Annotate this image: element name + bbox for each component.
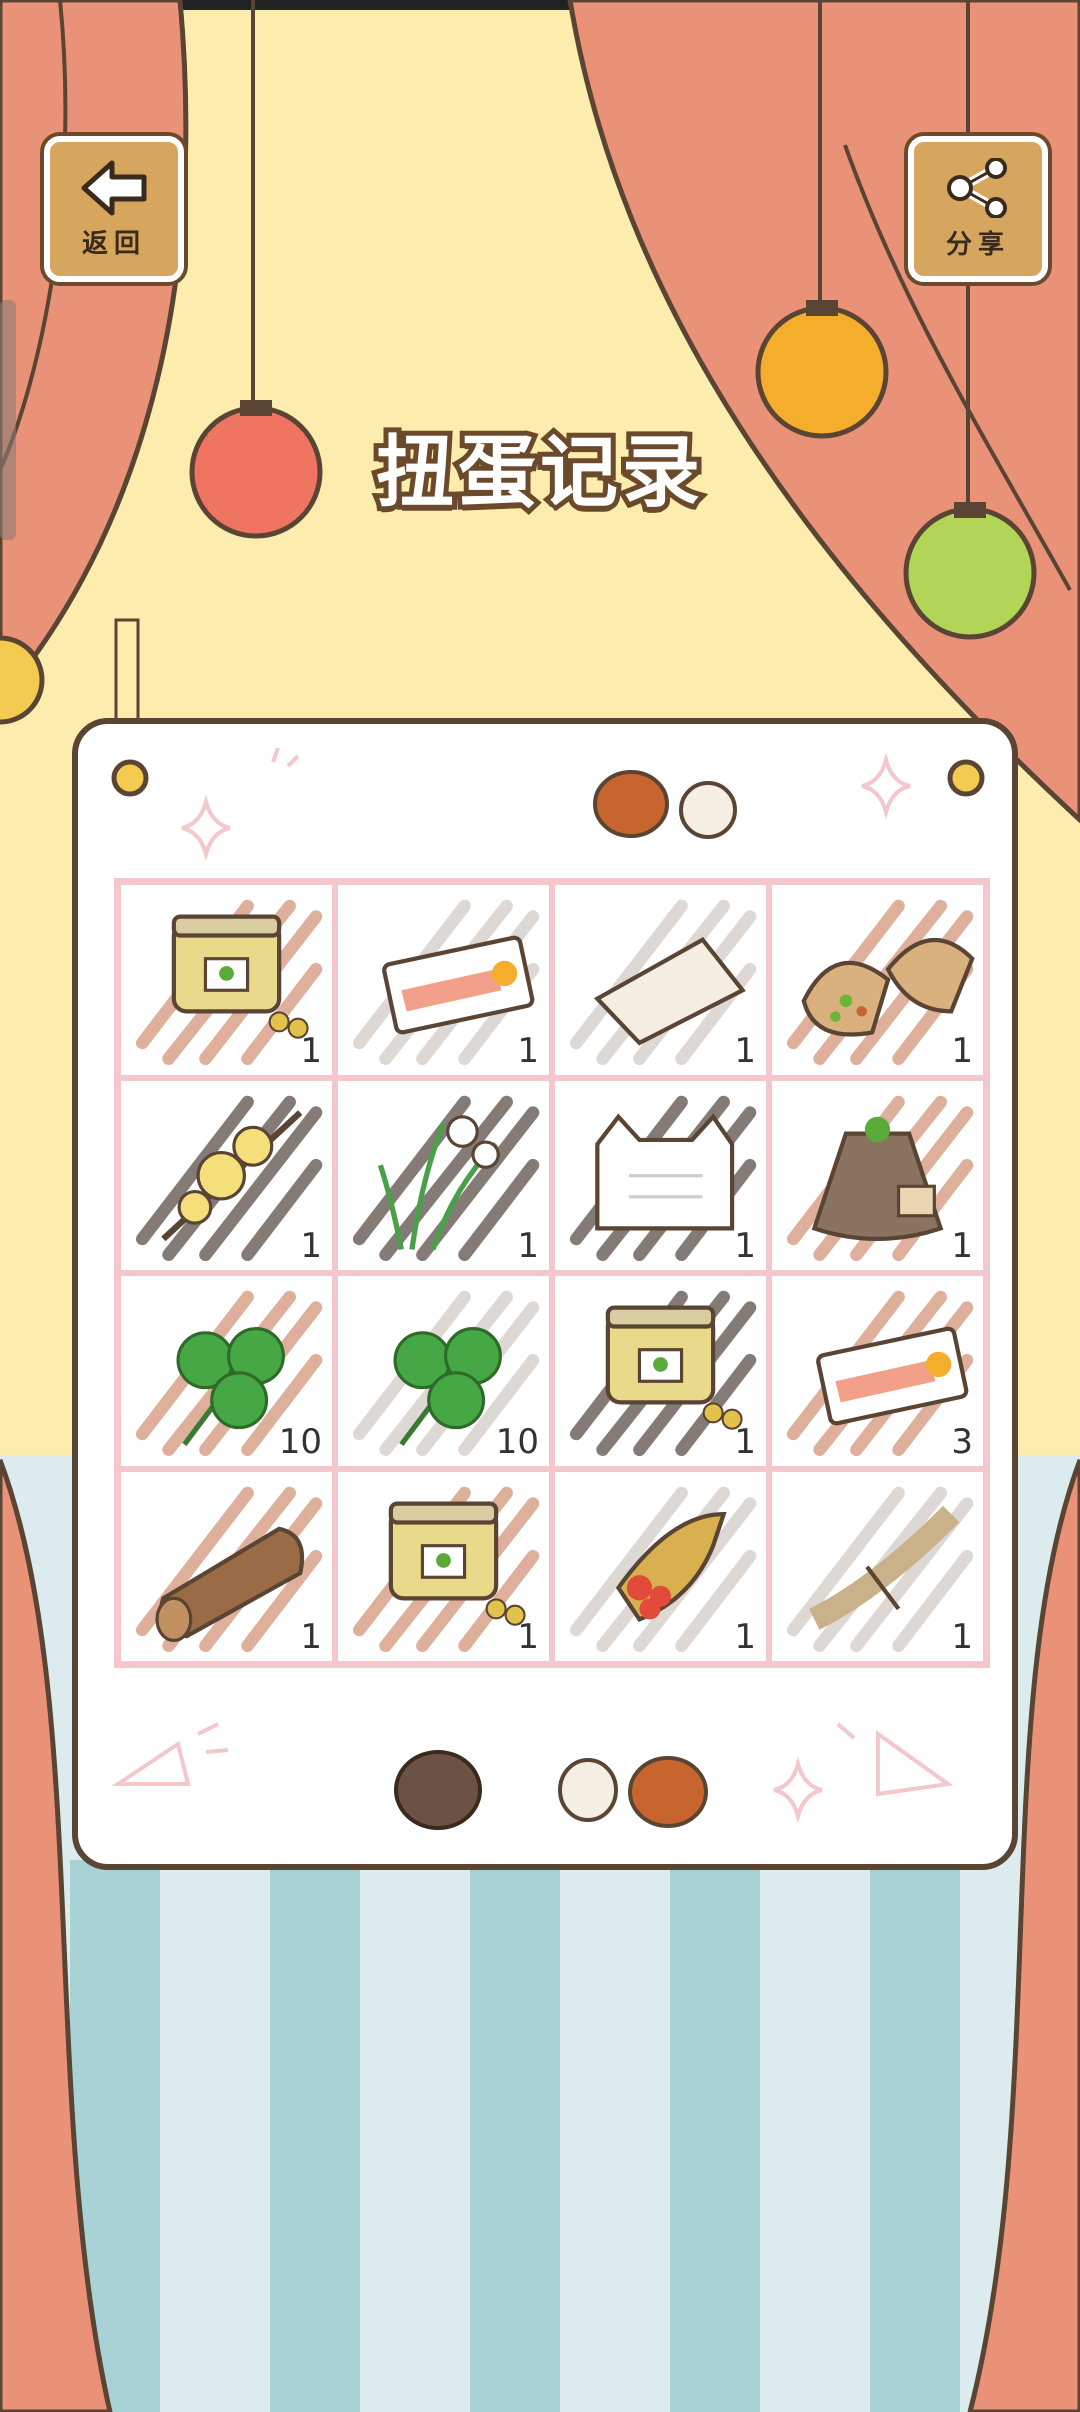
item-cell-cat-note[interactable]: 1 <box>552 1077 769 1273</box>
share-button[interactable]: 分享 <box>908 136 1048 282</box>
back-label: 返回 <box>81 228 146 259</box>
share-label: 分享 <box>945 229 1010 260</box>
item-count: 1 <box>517 1617 539 1657</box>
item-cell-clover[interactable]: 10 <box>118 1273 335 1469</box>
item-cell-plum-blossom[interactable]: 1 <box>118 1077 335 1273</box>
item-cell-ticket[interactable]: 3 <box>769 1273 986 1469</box>
item-cell-rope-bundle[interactable]: 1 <box>769 1468 986 1664</box>
share-icon <box>947 157 1007 218</box>
item-cell-grain-jar[interactable]: 1 <box>335 1468 552 1664</box>
item-count: 1 <box>951 1030 973 1071</box>
item-cell-cornucopia[interactable]: 1 <box>552 1468 769 1664</box>
item-count: 1 <box>951 1617 973 1657</box>
item-count: 1 <box>300 1617 322 1657</box>
item-count: 1 <box>734 1226 756 1266</box>
item-cell-seed-bag[interactable]: 1 <box>769 1077 986 1273</box>
item-cell-grain-jar[interactable]: 1 <box>118 882 335 1078</box>
item-count: 1 <box>300 1030 322 1071</box>
item-count: 1 <box>300 1226 322 1266</box>
item-cell-pita-sandwich[interactable]: 1 <box>769 882 986 1078</box>
item-count: 1 <box>517 1226 539 1266</box>
item-count: 10 <box>278 1421 322 1462</box>
item-count: 1 <box>517 1030 539 1071</box>
item-cell-grain-jar[interactable]: 1 <box>552 1273 769 1469</box>
item-count: 3 <box>951 1421 973 1462</box>
board-decorations-top <box>111 747 985 862</box>
record-board: 1 1 1 1 1 1 1 1 10 10 1 3 1 1 1 1 <box>72 718 1018 1870</box>
item-count: 1 <box>734 1617 756 1657</box>
item-count: 1 <box>734 1030 756 1071</box>
item-count: 1 <box>951 1226 973 1266</box>
item-cell-paper-sheet[interactable]: 1 <box>552 882 769 1078</box>
item-cell-clover[interactable]: 10 <box>335 1273 552 1469</box>
item-grid: 1 1 1 1 1 1 1 1 10 10 1 3 1 1 1 1 <box>114 878 990 1668</box>
item-cell-log[interactable]: 1 <box>118 1468 335 1664</box>
arrow-left-icon <box>81 160 147 215</box>
item-count: 1 <box>734 1421 756 1462</box>
item-count: 10 <box>495 1421 539 1462</box>
board-decorations-bottom <box>111 1722 954 1830</box>
gacha-record-screen: 返回 分享 扭蛋记录 1 1 1 1 1 1 1 1 10 10 1 3 1 1 1 1 <box>0 0 1080 2412</box>
page-title: 扭蛋记录 <box>371 423 705 523</box>
item-cell-ticket[interactable]: 1 <box>335 882 552 1078</box>
back-button[interactable]: 返回 <box>44 136 184 282</box>
item-cell-white-flower[interactable]: 1 <box>335 1077 552 1273</box>
